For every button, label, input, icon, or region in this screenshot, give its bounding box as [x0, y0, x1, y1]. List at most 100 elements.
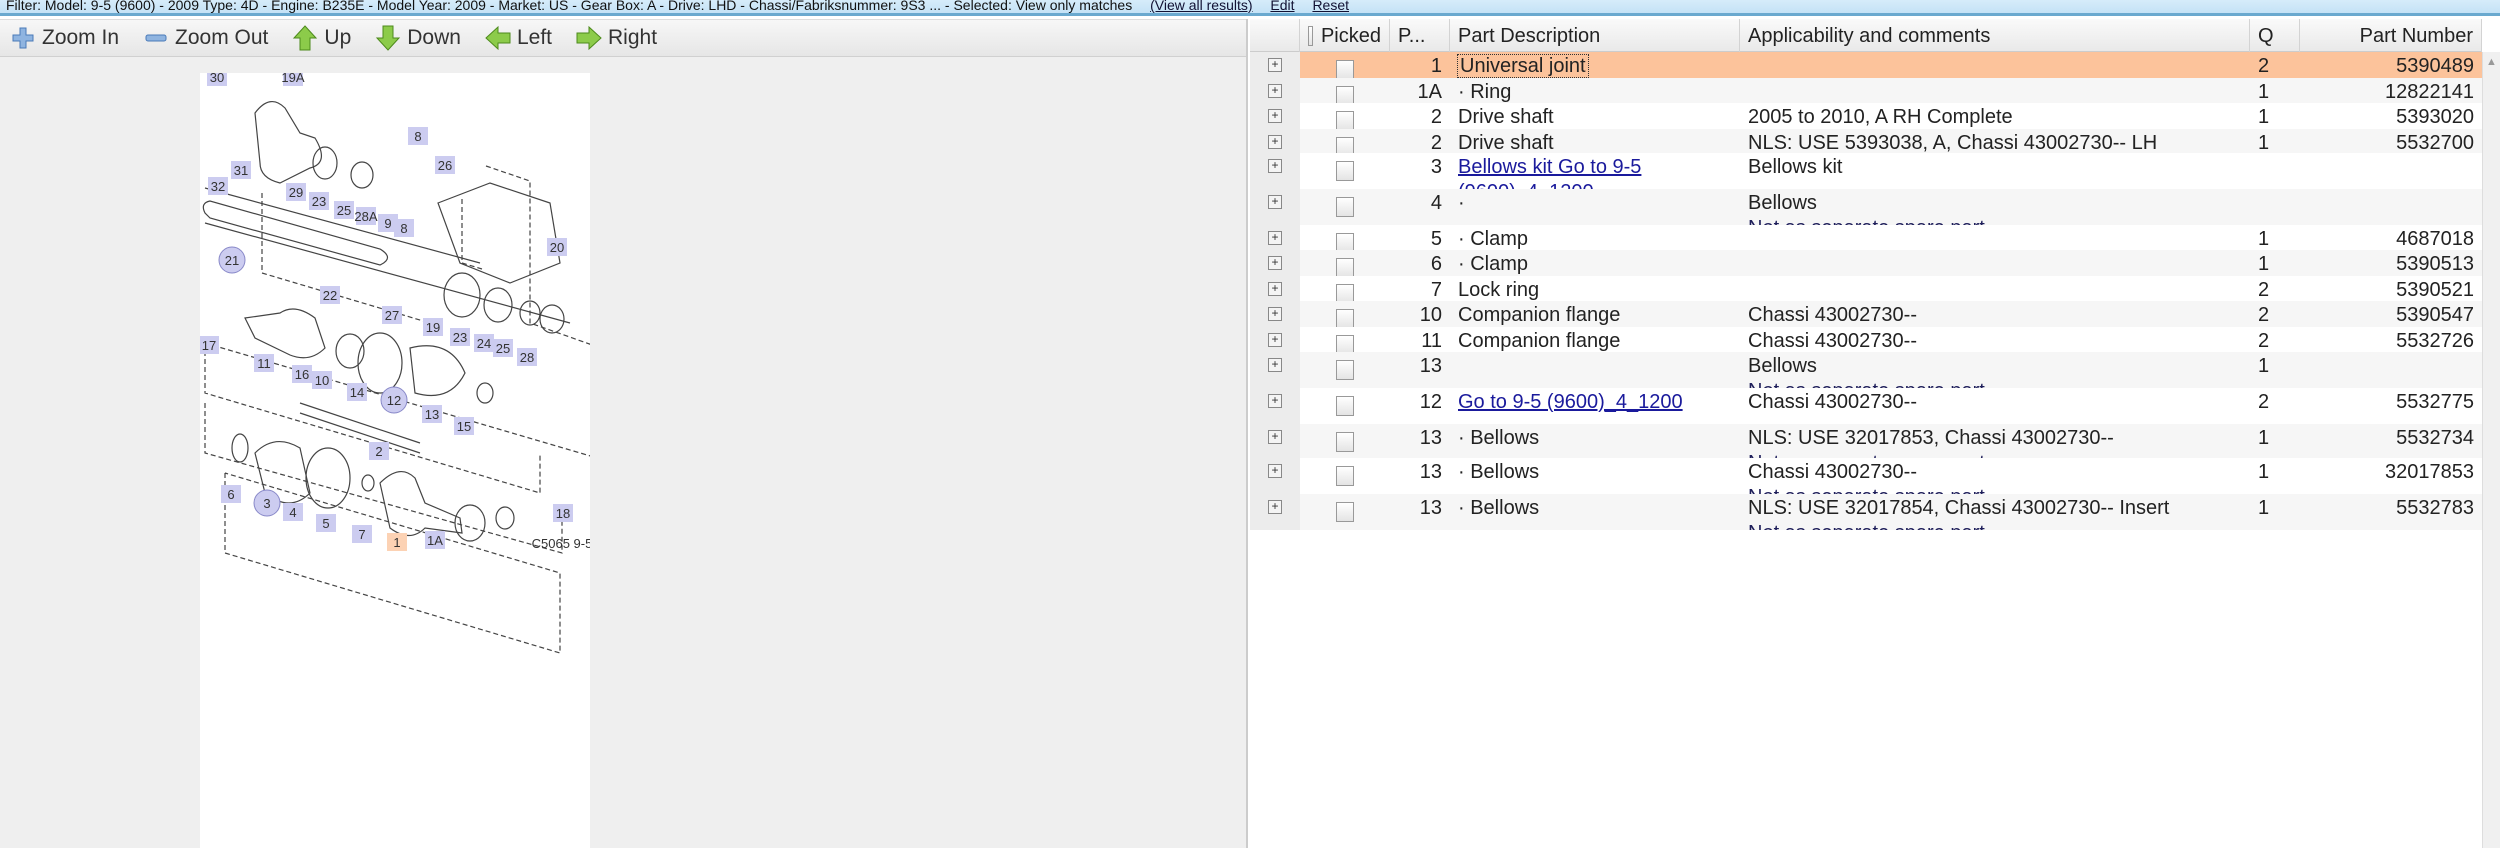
table-row[interactable]: +12 Go to 9-5 (9600)_4_1200 Chassi 4300273…	[1250, 388, 2482, 424]
expand-icon[interactable]: +	[1268, 430, 1282, 444]
callout-label: 8	[400, 221, 407, 236]
reset-link[interactable]: Reset	[1312, 0, 1349, 13]
table-row[interactable]: +13 · Bellows Chassi 43002730-- Not as sepa…	[1250, 458, 2482, 494]
header-part-number[interactable]: Part Number	[2300, 19, 2482, 52]
picked-checkbox[interactable]	[1336, 284, 1354, 301]
expand-icon[interactable]: +	[1268, 84, 1282, 98]
expand-icon[interactable]: +	[1268, 58, 1282, 72]
table-row[interactable]: +4 · Bellows Not as separate spare part.	[1250, 189, 2482, 225]
expand-icon[interactable]: +	[1268, 256, 1282, 270]
picked-checkbox[interactable]	[1336, 60, 1354, 78]
header-quantity[interactable]: Q	[2250, 19, 2300, 52]
table-row[interactable]: +5 · Clamp 1 4687018	[1250, 225, 2482, 250]
expand-icon[interactable]: +	[1268, 358, 1282, 372]
expand-icon[interactable]: +	[1268, 195, 1282, 209]
picked-checkbox[interactable]	[1336, 360, 1354, 380]
description-cell[interactable]: Bellows kit Go to 9-5 (9600)_4_1200	[1450, 153, 1740, 189]
zoom-in-button[interactable]: Zoom In	[10, 25, 119, 51]
part-link[interactable]: Go to 9-5 (9600)_4_1200	[1458, 391, 1683, 413]
expand-cell: +	[1250, 301, 1300, 327]
exploded-parts-diagram[interactable]: 30 19A 32 31 29 23 25 28A 9 8 8 26 21 22 20 27 19 23 24 25 2…	[199, 68, 786, 848]
expand-icon[interactable]: +	[1268, 135, 1282, 149]
table-row[interactable]: +10 Companion flange Chassi 43002730-- 2 539…	[1250, 301, 2482, 327]
header-picked[interactable]: Picked	[1300, 19, 1390, 52]
table-row[interactable]: +6 · Clamp 1 5390513	[1250, 250, 2482, 276]
quantity-cell: 1	[2258, 355, 2270, 377]
table-row[interactable]: +11 Companion flange Chassi 43002730-- 2 553…	[1250, 327, 2482, 352]
up-button[interactable]: Up	[292, 25, 351, 51]
picked-checkbox[interactable]	[1336, 335, 1354, 352]
callout-label: 3	[263, 496, 270, 511]
picked-checkbox[interactable]	[1336, 233, 1354, 250]
picked-cell	[1300, 388, 1390, 424]
down-label: Down	[407, 26, 461, 49]
part-link[interactable]: Bellows kit Go to 9-5 (9600)_4_1200	[1458, 156, 1641, 189]
table-row[interactable]: +13 · Bellows NLS: USE 32017854, Chassi 43…	[1250, 494, 2482, 530]
left-button[interactable]: Left	[485, 25, 552, 51]
applicability-cell: 2005 to 2010, A RH Complete	[1740, 103, 2250, 129]
down-button[interactable]: Down	[375, 25, 461, 51]
applicability-cell	[1740, 52, 2250, 78]
right-button[interactable]: Right	[576, 25, 657, 51]
table-row[interactable]: +1 Universal joint 2 5390489	[1250, 52, 2482, 78]
expand-icon[interactable]: +	[1268, 307, 1282, 321]
picked-checkbox[interactable]	[1336, 258, 1354, 276]
picked-cell	[1300, 352, 1390, 388]
expand-icon[interactable]: +	[1268, 394, 1282, 408]
vertical-scrollbar[interactable]: ▲	[2482, 52, 2500, 848]
picked-checkbox[interactable]	[1336, 502, 1354, 522]
select-all-checkbox[interactable]	[1308, 25, 1313, 46]
picked-checkbox[interactable]	[1336, 111, 1354, 129]
expand-icon[interactable]: +	[1268, 159, 1282, 173]
table-row[interactable]: +2 Drive shaft 2005 to 2010, A RH Complete…	[1250, 103, 2482, 129]
edit-link[interactable]: Edit	[1270, 0, 1294, 13]
picked-checkbox[interactable]	[1336, 309, 1354, 327]
expand-icon[interactable]: +	[1268, 282, 1282, 296]
callout-label: 23	[312, 194, 326, 209]
table-row[interactable]: +2 Drive shaft NLS: USE 5393038, A, Chassi…	[1250, 129, 2482, 153]
table-row[interactable]: +7 Lock ring 2 5390521	[1250, 276, 2482, 301]
expand-icon[interactable]: +	[1268, 333, 1282, 347]
expand-icon[interactable]: +	[1268, 464, 1282, 478]
expand-icon[interactable]: +	[1268, 500, 1282, 514]
picked-checkbox[interactable]	[1336, 137, 1354, 153]
quantity-cell: 1	[2258, 81, 2270, 103]
table-row[interactable]: +1A · Ring 1 12822141	[1250, 78, 2482, 103]
expand-icon[interactable]: +	[1268, 109, 1282, 123]
zoom-out-button[interactable]: Zoom Out	[143, 25, 268, 51]
table-row[interactable]: +13 · Bellows NLS: USE 32017853, Chassi 43…	[1250, 424, 2482, 458]
picked-checkbox[interactable]	[1336, 86, 1354, 103]
picked-checkbox[interactable]	[1336, 466, 1354, 486]
picked-checkbox[interactable]	[1336, 396, 1354, 416]
header-part-description[interactable]: Part Description	[1450, 19, 1740, 52]
expand-cell: +	[1250, 494, 1300, 530]
picked-cell	[1300, 276, 1390, 301]
callout-label: 17	[202, 338, 216, 353]
header-applicability[interactable]: Applicability and comments	[1740, 19, 2250, 52]
expand-cell: +	[1250, 225, 1300, 250]
picked-checkbox[interactable]	[1336, 432, 1354, 452]
description-cell[interactable]: Go to 9-5 (9600)_4_1200	[1450, 388, 1740, 424]
table-row[interactable]: +13 Bellows Not as separate spare part. 1	[1250, 352, 2482, 388]
picked-cell	[1300, 458, 1390, 494]
picked-checkbox[interactable]	[1336, 197, 1354, 217]
expand-icon[interactable]: +	[1268, 231, 1282, 245]
applicability-text: Bellows	[1748, 192, 1817, 214]
part-number-cell: 5393020	[2396, 106, 2474, 128]
position-cell: 13	[1419, 497, 1442, 519]
scroll-up-icon[interactable]: ▲	[2483, 56, 2500, 68]
filter-bar: Filter: Model: 9-5 (9600) - 2009 Type: 4…	[0, 0, 2500, 16]
part-number-cell: 5390521	[2396, 279, 2474, 301]
part-description: · Bellows	[1458, 427, 1540, 449]
description-cell: · Bellows	[1450, 458, 1740, 494]
part-description: Universal joint	[1457, 54, 1589, 78]
view-all-results-link[interactable]: (View all results)	[1150, 0, 1252, 13]
picked-checkbox[interactable]	[1336, 161, 1354, 181]
expand-cell: +	[1250, 352, 1300, 388]
description-cell: · Bellows	[1450, 494, 1740, 530]
table-row[interactable]: +3 Bellows kit Go to 9-5 (9600)_4_1200 Bel…	[1250, 153, 2482, 189]
callout-label: 24	[477, 336, 491, 351]
callout-label: 5	[322, 516, 329, 531]
applicability-cell: Chassi 43002730--	[1740, 388, 2250, 424]
header-position[interactable]: P...	[1390, 19, 1450, 52]
